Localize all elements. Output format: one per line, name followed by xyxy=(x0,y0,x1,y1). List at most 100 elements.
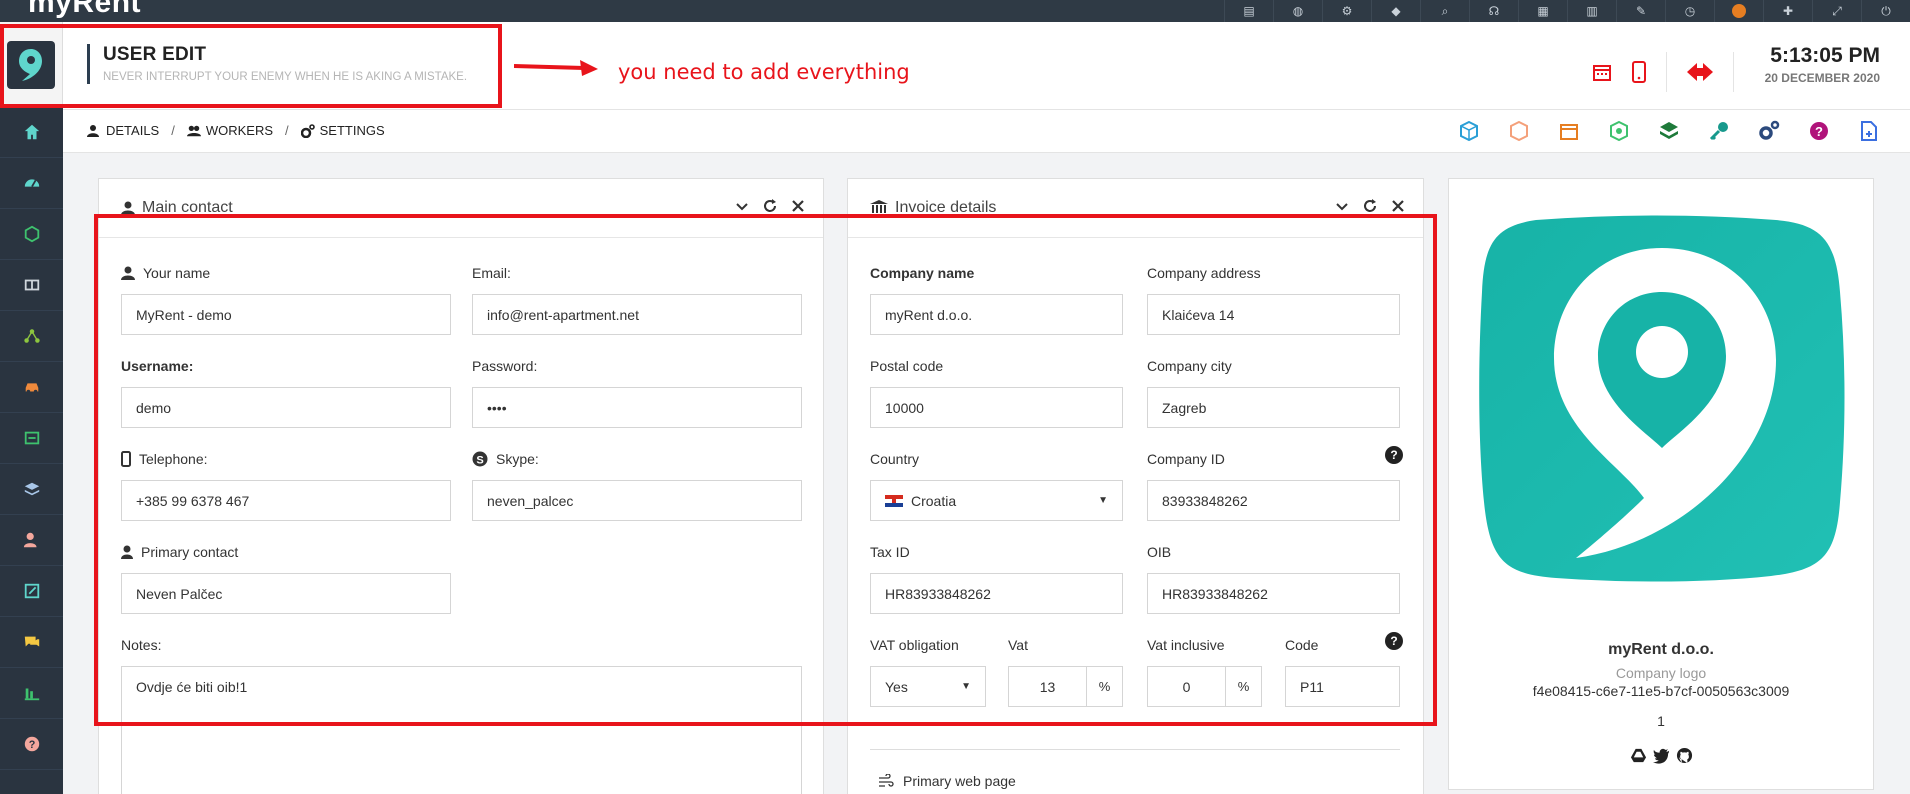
sidebar-item-user-add[interactable] xyxy=(0,515,63,566)
globe-icon[interactable]: ◍ xyxy=(1273,0,1322,22)
refresh-icon[interactable] xyxy=(1363,199,1377,213)
top-bar: myRent ▤ ◍ ⚙ ◆ ⌕ ☊ ▦ ▥ ✎ ◷ ✚ ⤢ ⏻ xyxy=(0,0,1910,22)
sidebar-item-transfer[interactable] xyxy=(0,413,63,464)
breadcrumb-separator: / xyxy=(285,123,289,138)
company-id-input[interactable]: 83933848262 xyxy=(1147,480,1400,521)
collapse-chevron-icon[interactable] xyxy=(735,199,749,213)
mobile-icon[interactable] xyxy=(1632,61,1646,83)
email-input[interactable]: info@rent-apartment.net xyxy=(472,294,802,335)
package-icon[interactable] xyxy=(1458,120,1480,142)
vat-input[interactable]: 13 xyxy=(1008,666,1087,707)
tax-id-field: Tax ID HR83933848262 xyxy=(870,543,1123,614)
sidebar-item-edit[interactable] xyxy=(0,566,63,617)
company-logo-panel: myRent d.o.o. Company logo f4e08415-c6e7… xyxy=(1448,178,1874,790)
sidebar-item-cars[interactable] xyxy=(0,362,63,413)
google-drive-icon[interactable] xyxy=(1630,747,1647,764)
skype-input[interactable]: neven_palcec xyxy=(472,480,802,521)
company-city-input[interactable]: Zagreb xyxy=(1147,387,1400,428)
collapse-chevron-icon[interactable] xyxy=(1335,199,1349,213)
oib-label: OIB xyxy=(1147,544,1172,560)
app-logo-text[interactable]: myRent xyxy=(28,0,141,20)
postal-code-label: Postal code xyxy=(870,358,944,374)
avatar[interactable] xyxy=(1714,0,1763,22)
vat-obligation-label: VAT obligation xyxy=(870,637,959,653)
settings-icon[interactable]: ⚙ xyxy=(1322,0,1371,22)
github-icon[interactable] xyxy=(1676,747,1693,764)
postal-code-input[interactable]: 10000 xyxy=(870,387,1123,428)
vat-inclusive-field: Vat inclusive 0 % xyxy=(1147,636,1262,707)
flag-uk-icon[interactable]: ✚ xyxy=(1763,0,1812,22)
clock: 5:13:05 PM 20 DECEMBER 2020 xyxy=(1765,44,1880,85)
pen-icon[interactable]: ✎ xyxy=(1616,0,1665,22)
sidebar-item-home[interactable] xyxy=(0,107,63,158)
sidebar-item-objects[interactable] xyxy=(0,209,63,260)
breadcrumb-details[interactable]: DETAILS xyxy=(87,123,159,138)
tax-id-input[interactable]: HR83933848262 xyxy=(870,573,1123,614)
key-icon[interactable] xyxy=(1708,120,1730,142)
sidebar-item-units[interactable] xyxy=(0,260,63,311)
password-input[interactable]: •••• xyxy=(472,387,802,428)
breadcrumb-settings-label: SETTINGS xyxy=(319,123,385,138)
primary-contact-input[interactable]: Neven Palčec xyxy=(121,573,451,614)
sidebar-item-help[interactable]: ? xyxy=(0,719,63,770)
calendar-icon[interactable]: ▦ xyxy=(1518,0,1567,22)
search-icon[interactable]: ⌕ xyxy=(1420,0,1469,22)
sidebar-item-messages[interactable] xyxy=(0,617,63,668)
vat-obligation-select[interactable]: Yes ▼ xyxy=(870,666,986,707)
cogs-icon[interactable] xyxy=(1758,120,1780,142)
close-icon[interactable] xyxy=(791,199,805,213)
sidebar-item-network[interactable] xyxy=(0,311,63,362)
expand-icon[interactable]: ⤢ xyxy=(1812,0,1861,22)
hexagon-icon[interactable] xyxy=(1508,120,1530,142)
car-icon xyxy=(25,383,38,394)
code-label: Code xyxy=(1285,637,1319,653)
oib-input[interactable]: HR83933848262 xyxy=(1147,573,1400,614)
top-icon-group: ▤ ◍ ⚙ ◆ ⌕ ☊ ▦ ▥ ✎ ◷ ✚ ⤢ ⏻ xyxy=(1224,0,1910,22)
clock-icon[interactable]: ◷ xyxy=(1665,0,1714,22)
sidebar-item-stats[interactable] xyxy=(0,668,63,719)
label-text: Primary contact xyxy=(141,544,239,560)
svg-text:?: ? xyxy=(28,739,35,751)
twitter-icon[interactable] xyxy=(1652,747,1670,764)
company-name-input[interactable]: myRent d.o.o. xyxy=(870,294,1123,335)
sidebar-item-layers[interactable] xyxy=(0,464,63,515)
support-icon[interactable]: ☊ xyxy=(1469,0,1518,22)
question-icon[interactable]: ? xyxy=(1808,120,1830,142)
notes-label: Notes: xyxy=(121,637,162,653)
calendar-icon[interactable] xyxy=(1592,62,1612,82)
new-document-icon[interactable] xyxy=(1858,120,1880,142)
book-icon[interactable]: ▥ xyxy=(1567,0,1616,22)
layers-icon[interactable] xyxy=(1658,120,1680,142)
annotation-arrow-icon xyxy=(514,60,598,76)
cogs-icon xyxy=(300,123,315,138)
company-id-help-icon[interactable]: ? xyxy=(1385,446,1403,464)
logo-label: Company logo xyxy=(1615,665,1707,681)
cube-icon[interactable] xyxy=(1608,120,1630,142)
calendar-icon[interactable] xyxy=(1558,120,1580,142)
notes-textarea[interactable]: Ovdje će biti oib!1 xyxy=(121,666,802,794)
doc-icon[interactable]: ▤ xyxy=(1224,0,1273,22)
close-icon[interactable] xyxy=(1391,199,1405,213)
vat-inclusive-input[interactable]: 0 xyxy=(1147,666,1226,707)
web-page-section: Primary web page xyxy=(878,773,1016,789)
code-help-icon[interactable]: ? xyxy=(1385,632,1403,650)
breadcrumb-settings[interactable]: SETTINGS xyxy=(300,123,385,138)
power-icon[interactable]: ⏻ xyxy=(1861,0,1910,22)
shield-icon[interactable]: ◆ xyxy=(1371,0,1420,22)
company-logo-icon[interactable] xyxy=(1476,212,1847,583)
breadcrumb-workers[interactable]: WORKERS xyxy=(186,123,273,138)
your-name-input[interactable]: MyRent - demo xyxy=(121,294,451,335)
code-input[interactable]: P11 xyxy=(1285,666,1400,707)
chat-icon xyxy=(24,636,39,647)
sidebar-item-dashboard[interactable] xyxy=(0,158,63,209)
panel-tools xyxy=(1335,199,1405,213)
country-value: Croatia xyxy=(911,492,957,509)
refresh-icon[interactable] xyxy=(763,199,777,213)
company-address-input[interactable]: Klaićeva 14 xyxy=(1147,294,1400,335)
country-select[interactable]: Croatia ▼ xyxy=(870,480,1123,521)
vat-input-group: 13 % xyxy=(1008,666,1123,707)
telephone-input[interactable]: +385 99 6378 467 xyxy=(121,480,451,521)
username-input[interactable]: demo xyxy=(121,387,451,428)
swap-icon[interactable] xyxy=(1687,62,1713,82)
panel-title-text: Main contact xyxy=(142,199,233,216)
